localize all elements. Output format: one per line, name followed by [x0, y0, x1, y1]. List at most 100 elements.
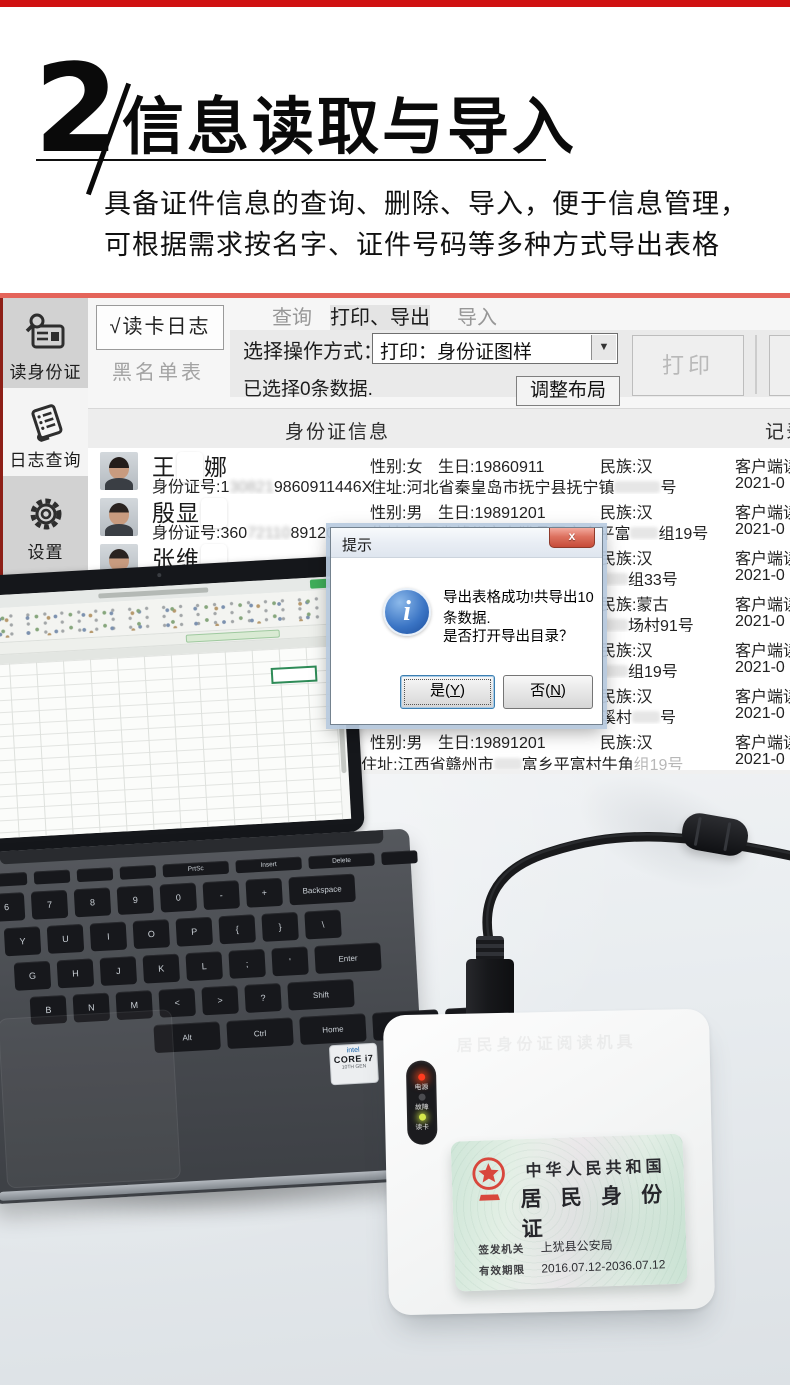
portrait-photo [100, 498, 138, 536]
keyboard-key: Enter [314, 942, 381, 974]
selected-count-label: 已选择0条数据. [243, 374, 373, 401]
keyboard-key: I [90, 922, 128, 952]
webcam-dot [157, 573, 161, 577]
issuer-value: 上犹县公安局 [540, 1238, 612, 1255]
intel-core-i7-sticker: intel CORE i7 10TH GEN [329, 1043, 379, 1086]
chevron-down-icon[interactable]: ▼ [591, 335, 616, 360]
no-button[interactable]: 否(N) [503, 675, 593, 709]
print-button[interactable]: 打印 [632, 335, 744, 396]
description-line-1: 具备证件信息的查询、删除、导入，便于信息管理， [104, 182, 748, 221]
keyboard-key: + [245, 878, 283, 908]
yes-button[interactable]: 是(Y) [400, 675, 495, 709]
export-button-partial[interactable] [769, 335, 790, 396]
keyboard-key: 0 [160, 883, 198, 913]
operation-mode-label: 选择操作方式： [243, 335, 383, 364]
sidebar-item-log-query[interactable]: 日志查询 [3, 388, 88, 476]
keyboard-key: Ctrl [226, 1017, 293, 1049]
keyboard-key: Delete [308, 853, 375, 870]
page-title: 信息读取与导入 [122, 76, 577, 166]
dialog-message-line1: 导出表格成功!共导出10条数据. [443, 586, 602, 628]
id-card-search-icon [24, 312, 68, 356]
toolbar-separator [755, 335, 757, 394]
keyboard-key [34, 870, 71, 885]
keyboard-key: PrtSc [162, 861, 229, 878]
keyboard-key: 7 [31, 890, 69, 920]
power-led [418, 1074, 425, 1081]
sidebar-label-log-query: 日志查询 [3, 446, 88, 471]
sidebar-item-settings[interactable]: 设置 [3, 480, 88, 568]
operation-mode-value: 打印：身份证图样 [380, 337, 532, 364]
power-led-label: 电源 [415, 1083, 429, 1091]
close-icon[interactable]: x [549, 528, 595, 548]
sidebar-label-read-id: 读身份证 [3, 358, 88, 383]
tab-print-export[interactable]: 打印、导出 [330, 305, 430, 331]
chinese-id-card: 中华人民共和国 居 民 身 份 证 签发机关 上犹县公安局 有效期限 2016.… [451, 1134, 688, 1292]
keyboard-key: } [261, 912, 299, 942]
trackpad [0, 1010, 180, 1187]
keyboard-key: ' [271, 946, 309, 976]
validity-label: 有效期限 [479, 1264, 525, 1278]
keyboard-key: - [203, 880, 241, 910]
address-blur-patch [600, 619, 628, 631]
keyboard-key: Y [4, 926, 42, 956]
device-embossed-text: 居民身份证阅读机具 [383, 1027, 709, 1058]
address-blur-patch [632, 711, 660, 723]
read-card-log-button[interactable]: √读卡日志 [96, 305, 224, 350]
laptop-keyboard-deck: PrtScInsertDelete 67890-+Backspace YUIOP… [0, 829, 428, 1205]
export-success-dialog: 提示 x i 导出表格成功!共导出10条数据. 是否打开导出目录？ 是(Y) 否… [330, 527, 603, 725]
card-name-title: 居 民 身 份 证 [520, 1178, 686, 1244]
device-led-panel: 电源 故障 读卡 [406, 1060, 438, 1145]
blacklist-label[interactable]: 黑名单表 [112, 356, 222, 385]
validity-value: 2016.07.12-2036.07.12 [541, 1257, 666, 1275]
keyboard-key: \ [304, 910, 342, 940]
keyboard-key: Insert [235, 857, 302, 874]
column-record: 记录 [765, 417, 790, 444]
keyboard-key: > [201, 985, 239, 1015]
excel-screen [0, 576, 351, 839]
keyboard-key: U [47, 924, 85, 954]
usb-plug [466, 936, 514, 1024]
table-header: 身份证信息 记录 [88, 408, 790, 450]
keyboard-key: { [218, 914, 256, 944]
read-led [418, 1114, 425, 1121]
description-line-2: 可根据需求按名字、证件号码等多种方式导出表格 [104, 223, 720, 262]
operation-mode-select[interactable]: 打印：身份证图样 ▼ [372, 333, 618, 364]
card-country-title: 中华人民共和国 [525, 1152, 666, 1181]
column-id-info: 身份证信息 [285, 417, 390, 444]
table-row[interactable]: 王娜 身份证号:1308219860911446X 性别:女 生日:198609… [88, 448, 790, 495]
dialog-message-line2: 是否打开导出目录？ [443, 625, 574, 646]
issuer-label: 签发机关 [478, 1243, 524, 1257]
keyboard-key: ; [228, 949, 266, 979]
card-issuer-row: 签发机关 上犹县公安局 [478, 1236, 613, 1258]
keyboard-key: J [100, 956, 138, 986]
sidebar-item-read-id[interactable]: 读身份证 [3, 300, 88, 388]
dialog-titlebar[interactable]: 提示 x [331, 528, 602, 558]
national-emblem [467, 1154, 511, 1210]
read-led-label: 读卡 [415, 1123, 429, 1131]
keyboard-key: K [143, 954, 181, 984]
adjust-layout-button[interactable]: 调整布局 [516, 376, 620, 406]
keyboard-key: 6 [0, 892, 25, 922]
address-blur-patch [614, 481, 660, 493]
keyboard-key: P [176, 917, 214, 947]
tab-query[interactable]: 查询 [254, 305, 330, 331]
keyboard-key [0, 872, 27, 887]
address-blur-patch [630, 527, 658, 539]
keyboard-key: H [57, 958, 95, 988]
fault-led-label: 故障 [415, 1103, 429, 1111]
top-red-bar [0, 0, 790, 7]
keyboard-key: L [185, 951, 223, 981]
address-blur-patch [600, 573, 628, 585]
address-blur-patch [600, 665, 628, 677]
keyboard-key: Backspace [288, 874, 355, 906]
keyboard-key [120, 865, 157, 880]
portrait-photo [100, 452, 138, 490]
tab-import[interactable]: 导入 [436, 305, 518, 331]
gear-icon [24, 492, 68, 536]
keyboard-key: Shift [287, 979, 354, 1011]
laptop-screen [0, 555, 365, 852]
fault-led [418, 1094, 425, 1101]
keyboard-key: O [133, 919, 171, 949]
keyboard-key: Home [299, 1013, 366, 1045]
address-blur-patch [494, 758, 522, 770]
